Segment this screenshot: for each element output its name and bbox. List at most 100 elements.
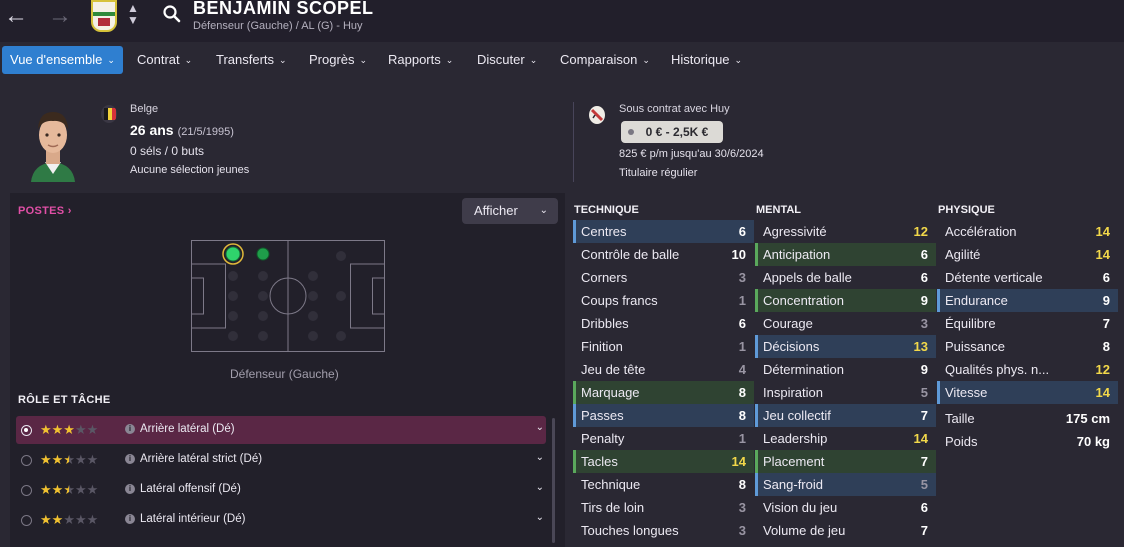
attribute-name: Agilité [945,247,981,262]
value-range-tag[interactable]: 0 € - 2,5K € [621,121,723,143]
attribute-value: 3 [738,523,746,538]
attribute-row[interactable]: Taille 175 cm [937,407,1118,430]
chevron-right-icon: › [67,205,72,217]
date-of-birth: (21/5/1995) [177,126,234,138]
attribute-row[interactable]: Accélération 14 [937,220,1118,243]
tab-rapports[interactable]: Rapports ⌄ [380,46,461,74]
attribute-row[interactable]: Détermination 9 [755,358,936,381]
chevron-down-icon[interactable]: ⌄ [536,482,544,493]
youth-caps: Aucune sélection jeunes [130,164,250,176]
club-logo-icon[interactable] [589,106,605,124]
attribute-row[interactable]: Jeu de tête 4 [573,358,754,381]
role-row[interactable]: ★★★★★ i Latéral offensif (Dé) ⌄ [16,476,546,504]
chevron-down-icon[interactable]: ⌄ [536,452,544,463]
attribute-name: Détente verticale [945,270,1043,285]
attribute-row[interactable]: Tacles 14 [573,450,754,473]
chevron-down-icon[interactable]: ⌄ [536,422,544,433]
attribute-name: Dribbles [581,316,629,331]
attribute-name: Tirs de loin [581,500,645,515]
attribute-row[interactable]: Volume de jeu 7 [755,519,936,542]
attribute-name: Détermination [763,362,844,377]
attribute-row[interactable]: Coups francs 1 [573,289,754,312]
attribute-row[interactable]: Concentration 9 [755,289,936,312]
afficher-dropdown[interactable]: Afficher ⌄ [462,198,558,224]
tab-vue-ensemble[interactable]: Vue d'ensemble ⌄ [2,46,123,74]
attribute-row[interactable]: Technique 8 [573,473,754,496]
attribute-row[interactable]: Tirs de loin 3 [573,496,754,519]
info-icon[interactable]: i [125,484,135,494]
attribute-row[interactable]: Équilibre 7 [937,312,1118,335]
attribute-row[interactable]: Agilité 14 [937,243,1118,266]
attribute-row[interactable]: Agressivité 12 [755,220,936,243]
attribute-name: Taille [945,411,975,426]
scrollbar[interactable] [552,418,555,543]
technique-title: TECHNIQUE [574,204,639,216]
attribute-row[interactable]: Poids 70 kg [937,430,1118,453]
info-icon[interactable]: i [125,454,135,464]
tab-contrat[interactable]: Contrat ⌄ [129,46,200,74]
search-icon[interactable] [162,4,182,24]
attribute-row[interactable]: Finition 1 [573,335,754,358]
chevron-down-icon[interactable]: ⌄ [536,512,544,523]
attribute-row[interactable]: Centres 6 [573,220,754,243]
attribute-row[interactable]: Détente verticale 6 [937,266,1118,289]
positions-title[interactable]: POSTES › [18,205,72,217]
attribute-row[interactable]: Qualités phys. n... 12 [937,358,1118,381]
attribute-row[interactable]: Touches longues 3 [573,519,754,542]
role-row[interactable]: ★★★★★ i Arrière latéral strict (Dé) ⌄ [16,446,546,474]
info-icon[interactable]: i [125,514,135,524]
attribute-row[interactable]: Sang-froid 5 [755,473,936,496]
tab-historique[interactable]: Historique ⌄ [663,46,750,74]
attribute-value: 8 [738,385,746,400]
attribute-name: Anticipation [763,247,831,262]
attribute-name: Appels de balle [763,270,852,285]
role-row[interactable]: ★★★★★ i Latéral intérieur (Dé) ⌄ [16,506,546,534]
attribute-row[interactable]: Vitesse 14 [937,381,1118,404]
tab-comparaison[interactable]: Comparaison ⌄ [552,46,658,74]
attribute-name: Corners [581,270,628,285]
attribute-row[interactable]: Décisions 13 [755,335,936,358]
radio-button[interactable] [21,425,32,436]
forward-arrow-icon[interactable]: → [46,4,74,28]
club-badge-icon[interactable] [91,0,117,32]
attribute-row[interactable]: Jeu collectif 7 [755,404,936,427]
attribute-name: Concentration [763,293,844,308]
attribute-row[interactable]: Courage 3 [755,312,936,335]
attribute-row[interactable]: Contrôle de balle 10 [573,243,754,266]
attribute-row[interactable]: Endurance 9 [937,289,1118,312]
tab-progres[interactable]: Progrès ⌄ [301,46,375,74]
attribute-name: Finition [581,339,623,354]
attribute-name: Touches longues [581,523,679,538]
tab-discuter[interactable]: Discuter ⌄ [469,46,545,74]
radio-button[interactable] [21,515,32,526]
attribute-name: Puissance [945,339,1005,354]
attribute-row[interactable]: Vision du jeu 6 [755,496,936,519]
attribute-row[interactable]: Inspiration 5 [755,381,936,404]
attribute-row[interactable]: Penalty 1 [573,427,754,450]
attribute-row[interactable]: Anticipation 6 [755,243,936,266]
attribute-value: 7 [920,408,928,423]
divider [573,102,574,182]
tab-transferts[interactable]: Transferts ⌄ [208,46,295,74]
star-rating: ★★★★★ [40,482,99,497]
attribute-row[interactable]: Puissance 8 [937,335,1118,358]
mental-title: MENTAL [756,204,802,216]
attribute-value: 6 [920,500,928,515]
attribute-row[interactable]: Appels de balle 6 [755,266,936,289]
belgium-flag-icon [101,105,117,123]
info-icon[interactable]: i [125,424,135,434]
role-row[interactable]: ★★★★★ i Arrière latéral (Dé) ⌄ [16,416,546,444]
radio-button[interactable] [21,485,32,496]
attribute-row[interactable]: Passes 8 [573,404,754,427]
attribute-name: Penalty [581,431,625,446]
attribute-name: Vision du jeu [763,500,838,515]
attribute-row[interactable]: Leadership 14 [755,427,936,450]
attribute-name: Inspiration [763,385,823,400]
radio-button[interactable] [21,455,32,466]
attribute-row[interactable]: Placement 7 [755,450,936,473]
attribute-row[interactable]: Dribbles 6 [573,312,754,335]
attribute-row[interactable]: Corners 3 [573,266,754,289]
back-arrow-icon[interactable]: ← [2,4,30,28]
attribute-row[interactable]: Marquage 8 [573,381,754,404]
prev-next-player-icon[interactable]: ▲ ▼ [126,2,140,26]
